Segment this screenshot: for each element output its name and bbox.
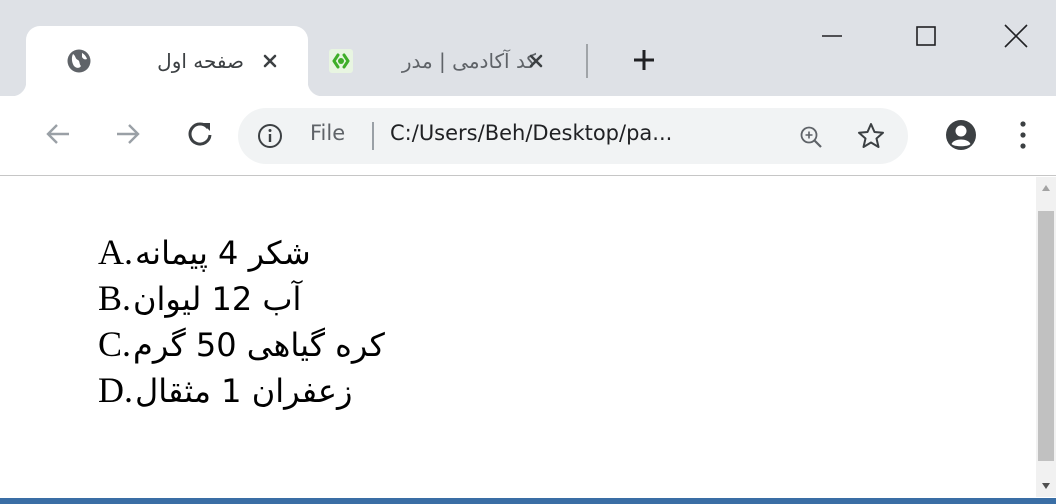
- star-icon[interactable]: [856, 121, 886, 151]
- list-item: A. شکر 4 پیمانه: [98, 229, 385, 275]
- zoom-icon[interactable]: [798, 124, 824, 150]
- list-item-text: آب 12 لیوان: [133, 280, 302, 318]
- list-item-text: کره گیاهی 50 گرم: [133, 326, 385, 364]
- minimize-icon: [822, 35, 842, 37]
- tab-close-icon[interactable]: [258, 49, 282, 73]
- back-button[interactable]: [36, 112, 80, 156]
- close-icon: [1004, 24, 1028, 48]
- list-marker: A.: [98, 232, 133, 272]
- list-item: B. آب 12 لیوان: [98, 275, 385, 321]
- list-marker: D.: [98, 370, 133, 410]
- list-item-text: زعفران 1 مثقال: [135, 372, 353, 410]
- maximize-icon: [916, 26, 936, 46]
- browser-window: صفحه اول کد آکادمی | مدر File C:/Users/B…: [0, 0, 1056, 504]
- scrollbar-thumb[interactable]: [1038, 211, 1054, 461]
- reload-icon: [188, 122, 212, 146]
- arrow-left-icon: [46, 124, 69, 144]
- tab-first-page[interactable]: صفحه اول: [12, 26, 322, 96]
- tab-title: کد آکادمی | مدر: [401, 49, 536, 73]
- tab-strip: صفحه اول کد آکادمی | مدر: [0, 0, 1056, 96]
- address-bar[interactable]: File C:/Users/Beh/Desktop/pa...: [238, 108, 908, 164]
- close-window-button[interactable]: [976, 0, 1056, 72]
- minimize-button[interactable]: [792, 0, 872, 72]
- plus-icon: [634, 50, 654, 70]
- tab-separator: [586, 44, 588, 78]
- codeacademy-favicon-icon: [329, 49, 353, 73]
- reload-button[interactable]: [178, 112, 222, 156]
- vertical-scrollbar[interactable]: [1036, 177, 1056, 497]
- taskbar-edge: [0, 498, 1056, 504]
- scroll-up-button[interactable]: [1036, 177, 1056, 199]
- forward-button[interactable]: [106, 112, 150, 156]
- tab-title: صفحه اول: [157, 49, 244, 73]
- arrow-right-icon: [117, 124, 140, 144]
- info-icon[interactable]: [256, 122, 284, 150]
- list-item-text: شکر 4 پیمانه: [135, 234, 311, 272]
- list-marker: B.: [98, 278, 132, 318]
- toolbar: File C:/Users/Beh/Desktop/pa...: [0, 96, 1056, 176]
- maximize-button[interactable]: [886, 0, 966, 72]
- globe-icon: [67, 49, 91, 73]
- page-content: A. شکر 4 پیمانه B. آب 12 لیوان C. کره گی…: [0, 177, 1036, 497]
- list-marker: C.: [98, 324, 132, 364]
- new-tab-button[interactable]: [624, 40, 664, 80]
- triangle-down-icon: [1042, 483, 1050, 489]
- url-separator: [372, 122, 374, 150]
- tab-codeacademy[interactable]: کد آکادمی | مدر: [316, 26, 596, 96]
- url-text[interactable]: C:/Users/Beh/Desktop/pa...: [390, 121, 672, 145]
- triangle-up-icon: [1042, 185, 1050, 191]
- list-item: D. زعفران 1 مثقال: [98, 367, 385, 413]
- ingredient-list: A. شکر 4 پیمانه B. آب 12 لیوان C. کره گی…: [98, 229, 385, 413]
- tab-close-icon[interactable]: [524, 49, 548, 73]
- scroll-down-button[interactable]: [1036, 475, 1056, 497]
- more-menu-icon[interactable]: [1008, 118, 1038, 152]
- profile-icon[interactable]: [944, 118, 978, 152]
- list-item: C. کره گیاهی 50 گرم: [98, 321, 385, 367]
- url-scheme-label: File: [310, 121, 346, 145]
